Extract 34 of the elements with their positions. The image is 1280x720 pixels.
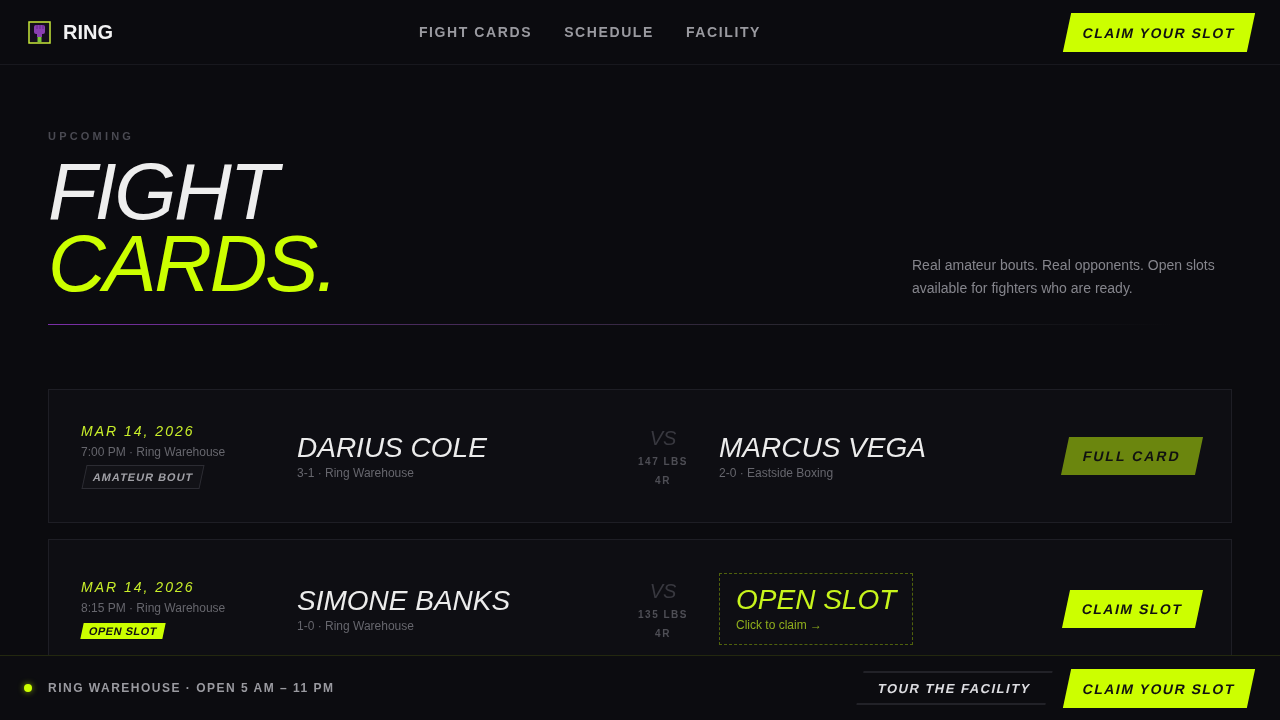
fight-date: MAR 14, 2026 [81, 423, 195, 439]
fighter-record: 2-0 · Eastside Boxing [719, 466, 834, 480]
brand-name: RING [63, 20, 113, 44]
fighter-record: 3-1 · Ring Warehouse [297, 466, 414, 480]
bout-tag: AMATEUR BOUT [81, 465, 205, 489]
fight-time: 7:00 PM · Ring Warehouse [81, 445, 226, 459]
claim-hint: Click to claim → [736, 618, 822, 632]
tour-button[interactable]: TOUR THE FACILITY [856, 671, 1053, 705]
open-slot-title: OPEN SLOT [736, 584, 897, 616]
nav-link[interactable]: FIGHT CARDS [418, 24, 533, 40]
fighter-name: SIMONE BANKS [297, 585, 511, 617]
card-action-button[interactable]: CLAIM SLOT [1062, 590, 1204, 628]
fighter-record: 1-0 · Ring Warehouse [297, 619, 414, 633]
open-slot-card[interactable]: OPEN SLOT Click to claim → [719, 573, 914, 645]
status-dot-icon [24, 684, 32, 692]
claim-button[interactable]: CLAIM YOUR SLOT [1062, 12, 1256, 52]
weight-class: 135 LBS [638, 608, 688, 620]
bout-tag: OPEN SLOT [80, 623, 166, 639]
fighter-name: DARIUS COLE [297, 432, 487, 464]
fight-time: 8:15 PM · Ring Warehouse [81, 601, 226, 615]
nav-link[interactable]: SCHEDULE [564, 24, 654, 40]
nav-link[interactable]: FACILITY [685, 24, 761, 40]
hero-description: Real amateur bouts. Real opponents. Open slots available for fighters who are ready. [912, 256, 1216, 298]
page-title: FIGHT [48, 156, 336, 228]
fighter-name: MARCUS VEGA [719, 432, 926, 464]
section-eyebrow: UPCOMING [48, 130, 136, 142]
weight-class: 147 LBS [638, 455, 688, 467]
venue-hours: RING WAREHOUSE · OPEN 5 AM – 11 PM [48, 681, 335, 695]
page-title-accent: CARDS. [48, 228, 336, 300]
claim-button[interactable]: CLAIM YOUR SLOT [1062, 668, 1256, 708]
fight-date: MAR 14, 2026 [81, 579, 195, 595]
rounds-count: 4R [655, 474, 671, 486]
fist-logo-icon [28, 20, 51, 44]
rounds-count: 4R [655, 627, 671, 639]
